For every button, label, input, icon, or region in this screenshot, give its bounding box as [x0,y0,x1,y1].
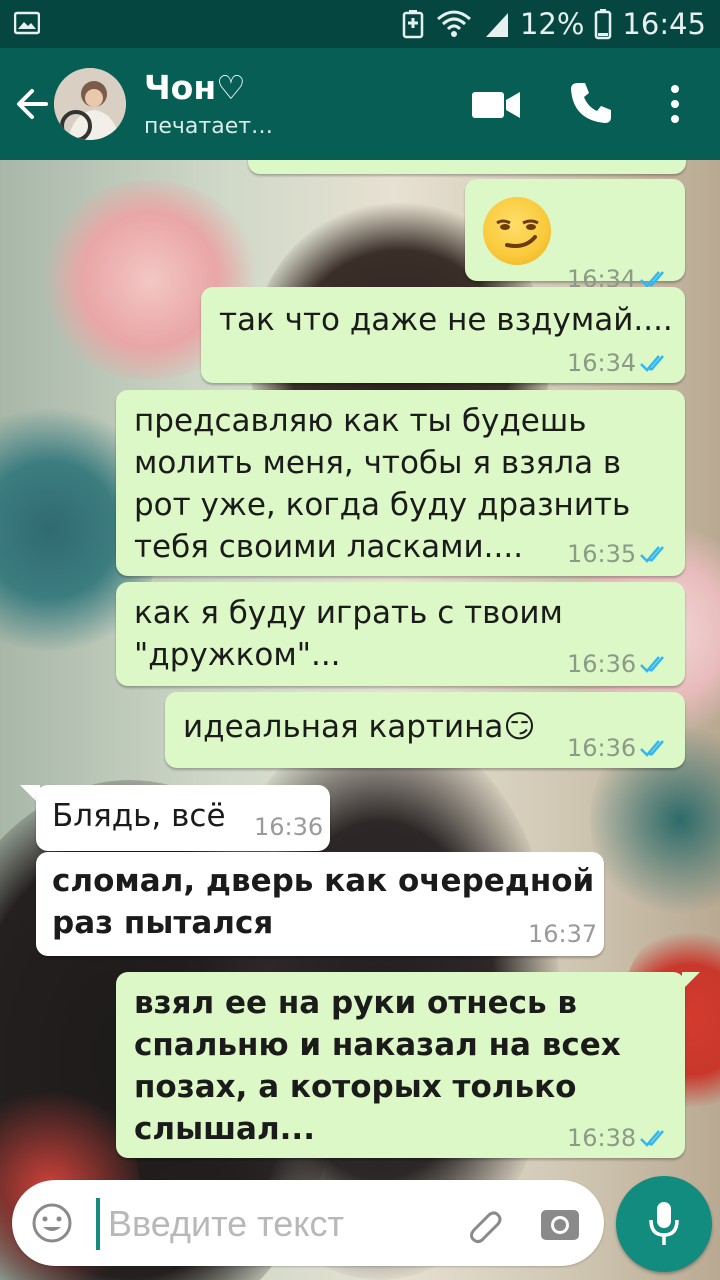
outgoing-tail [682,972,700,990]
read-ticks-icon [640,355,664,372]
message-time: 16:35 [567,540,637,568]
typing-status: печатает… [144,114,274,139]
message-bubble-outgoing[interactable]: так что даже не вздумай.... 16:34 [201,287,685,383]
gallery-icon [14,11,40,35]
text-caret [96,1198,100,1250]
message-bubble-outgoing[interactable]: 16:34 [465,179,685,293]
voice-record-button[interactable] [616,1176,712,1272]
attach-icon[interactable] [460,1200,508,1248]
message-bubble-outgoing[interactable]: предсавляю как ты будешь молить меня, чт… [116,390,685,576]
battery-saver-icon [402,10,424,39]
emoji-icon[interactable] [30,1201,74,1245]
more-vert-icon[interactable] [660,82,690,126]
smirk-emoji [483,197,551,265]
wifi-icon [436,10,471,37]
message-text: сломал, дверь как очередной раз пытался [52,863,595,941]
message-time: 16:36 [567,650,637,678]
message-time: 16:34 [567,349,637,377]
contact-name[interactable]: Чон♡ [144,68,246,107]
message-composer [12,1180,604,1266]
chat-area[interactable]: 16:34 так что даже не вздумай.... 16:34 … [0,160,720,1280]
message-time: 16:38 [567,1124,637,1152]
read-ticks-icon [640,740,664,757]
read-ticks-icon [640,546,664,563]
message-time: 16:36 [567,734,637,762]
battery-icon [595,9,612,40]
status-time: 16:45 [622,7,706,41]
status-bar: 12% 16:45 [0,0,720,48]
phone-call-icon[interactable] [568,80,614,126]
message-text: взял ее на руки отнесь в спальню и наказ… [134,985,621,1147]
message-bubble-partial [248,160,686,174]
chat-header: Чон♡ печатает… [0,48,720,160]
message-bubble-incoming[interactable]: сломал, дверь как очередной раз пытался … [36,852,604,956]
message-bubble-outgoing[interactable]: как я буду играть с твоим "дружком"... 1… [116,582,685,686]
message-text: предсавляю как ты будешь молить меня, чт… [134,403,631,565]
message-text: Блядь, всё [52,798,226,834]
battery-percent: 12% [519,7,585,41]
mic-icon [649,1202,679,1245]
message-input[interactable] [108,1198,438,1250]
message-bubble-outgoing[interactable]: взял ее на руки отнесь в спальню и наказ… [116,972,685,1158]
message-text: идеальная картина😏 [183,709,536,745]
message-time: 16:37 [528,920,598,948]
read-ticks-icon [640,1130,664,1147]
back-arrow-icon[interactable] [12,78,52,130]
message-bubble-incoming[interactable]: Блядь, всё 16:36 [36,785,330,851]
message-text: так что даже не вздумай.... [219,302,673,338]
message-bubble-outgoing[interactable]: идеальная картина😏 16:36 [165,692,685,768]
read-ticks-icon [640,656,664,673]
signal-icon [485,13,508,37]
camera-icon[interactable] [538,1202,582,1246]
message-text: как я буду играть с твоим "дружком"... [134,595,563,673]
video-call-icon[interactable] [470,86,522,124]
avatar[interactable] [54,68,126,140]
read-ticks-icon [640,271,664,288]
message-time: 16:36 [254,813,324,841]
